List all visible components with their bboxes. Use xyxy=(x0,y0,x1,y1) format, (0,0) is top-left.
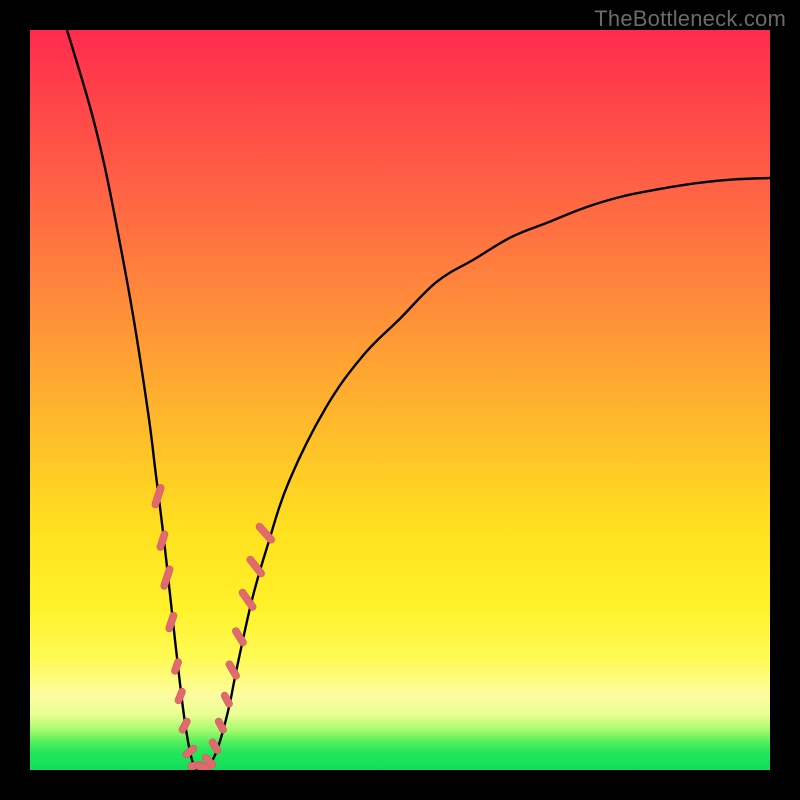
plot-area xyxy=(30,30,770,770)
trough-marker xyxy=(151,484,165,509)
bottleneck-curve xyxy=(67,30,770,770)
curve-layer xyxy=(30,30,770,770)
trough-markers xyxy=(151,484,276,770)
trough-marker xyxy=(165,611,178,633)
trough-marker xyxy=(156,530,169,552)
trough-marker xyxy=(174,687,187,705)
trough-marker xyxy=(160,565,174,590)
watermark-text: TheBottleneck.com xyxy=(594,6,786,32)
trough-marker xyxy=(170,658,182,676)
trough-marker xyxy=(178,717,192,735)
outer-frame: TheBottleneck.com xyxy=(0,0,800,800)
